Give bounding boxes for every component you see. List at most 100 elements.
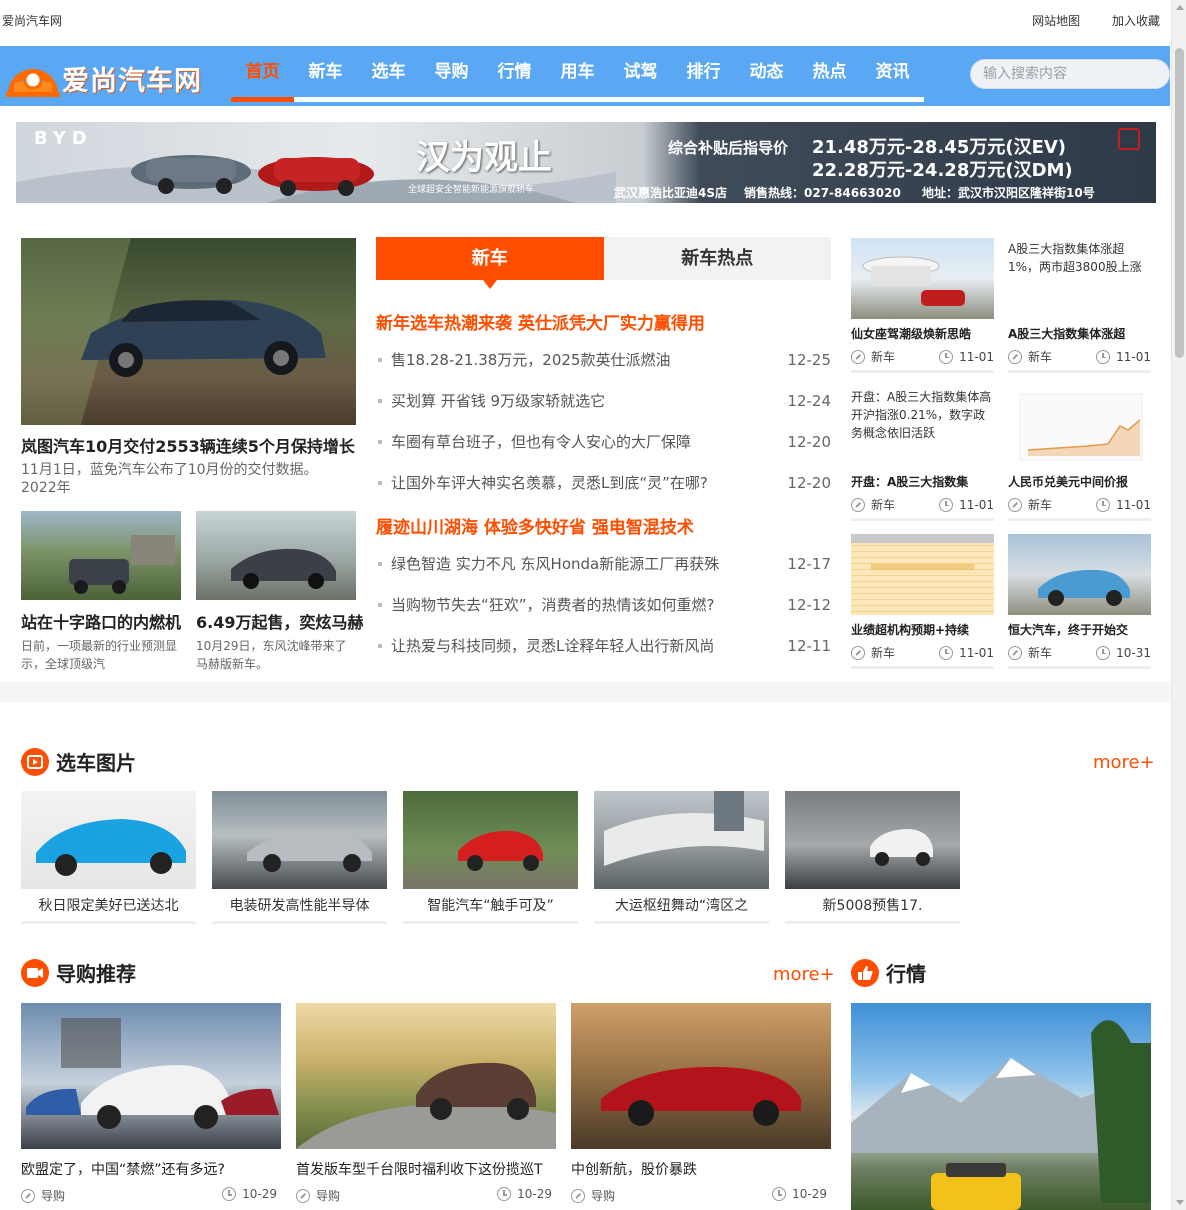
banner-slogan-sub: 全球超安全智能新能源旗舰轿车 xyxy=(408,185,535,195)
card-image xyxy=(21,791,196,889)
pick-card-4[interactable]: 大运枢纽舞动“湾区之 xyxy=(594,791,769,924)
nav-item-market[interactable]: 行情 xyxy=(483,46,546,97)
feature-main-desc: 11月1日，蓝免汽车公布了10月份的交付数据。2022年 xyxy=(21,462,318,496)
site-title: 爱尚汽车网 xyxy=(2,13,63,28)
clock-icon xyxy=(1096,497,1111,512)
clock-icon xyxy=(939,497,954,512)
list-item[interactable]: 当购物节失去“狂欢”，消费者的热情该如何重燃? 12-12 xyxy=(376,584,831,625)
list-item[interactable]: 售18.28-21.38万元，2025款英仕派燃油 12-25 xyxy=(376,339,831,380)
card-image-broken: 开盘：A股三大指数集体高开沪指涨0.21%，数字政务概念依旧活跃 xyxy=(851,390,992,440)
search-input[interactable]: 输入搜索内容 xyxy=(970,59,1170,89)
ad-banner[interactable]: BYD 汉为观止 全球超安全智能新能源旗舰轿车 综合补贴后指导价 21.48万元… xyxy=(16,122,1156,203)
top-bar: 爱尚汽车网 网站地图 加入收藏 xyxy=(0,0,1170,40)
pick-card-1[interactable]: 秋日限定美好已送达北 xyxy=(21,791,196,924)
pick-card-2[interactable]: 电装研发高性能半导体 xyxy=(212,791,387,924)
clock-icon xyxy=(939,349,954,364)
news-list-1: 售18.28-21.38万元，2025款英仕派燃油 12-25 买划算 开省钱 9… xyxy=(376,339,831,503)
banner-brand: BYD xyxy=(34,128,93,149)
feature-sub-desc-1: 日前，一项最新的行业预测显示，全球顶级汽 xyxy=(21,639,178,671)
card-image-broken: A股三大指数集体涨超1%，两市超3800股上涨 xyxy=(1008,242,1142,274)
card-image xyxy=(851,534,994,615)
card-image xyxy=(571,1003,831,1149)
clock-icon xyxy=(1096,645,1111,660)
nav-item-use-car[interactable]: 用车 xyxy=(546,46,609,97)
banner-price-label: 综合补贴后指导价 xyxy=(668,139,789,157)
nav-item-ranking[interactable]: 排行 xyxy=(672,46,735,97)
nav-menu: 首页 新车 选车 导购 行情 用车 试驾 排行 动态 热点 资讯 xyxy=(231,46,924,102)
pick-more-link[interactable]: more+ xyxy=(1093,752,1155,773)
guide-card-3[interactable]: 中创新航，股价暴跌 导购 10-29 xyxy=(571,1003,831,1204)
right-card-5[interactable]: 业绩超机构预期+持续 新车 11-01 xyxy=(851,534,994,669)
han-badge-icon xyxy=(1118,128,1140,150)
page-scrollbar[interactable] xyxy=(1171,0,1186,1210)
tag-icon xyxy=(851,498,865,512)
clock-icon xyxy=(772,1187,787,1201)
logo-text: 爱尚汽车网 xyxy=(62,65,202,97)
guide-section-heading: 导购推荐 xyxy=(21,958,136,987)
right-card-2[interactable]: A股三大指数集体涨超1%，两市超3800股上涨 A股三大指数集体涨超 新车 11-… xyxy=(1008,238,1151,373)
news-headline-2[interactable]: 履迹山川湖海 体验多快好省 强电智混技术 xyxy=(376,513,694,538)
guide-card-1[interactable]: 欧盟定了，中国“禁燃”还有多远? 导购 10-29 xyxy=(21,1003,281,1204)
right-card-6[interactable]: 恒大汽车，终于开始交 新车 10-31 xyxy=(1008,534,1151,669)
banner-hotline: 销售热线：027-84663020 xyxy=(744,186,901,200)
card-image xyxy=(851,238,994,319)
tag-icon xyxy=(21,1189,35,1203)
right-card-1[interactable]: 仙女座驾潮级焕新思皓 新车 11-01 xyxy=(851,238,994,373)
feature-main-image[interactable] xyxy=(21,238,356,425)
nav-item-hot[interactable]: 热点 xyxy=(798,46,861,97)
sitemap-link[interactable]: 网站地图 xyxy=(1032,14,1080,28)
pick-card-3[interactable]: 智能汽车“触手可及” xyxy=(403,791,578,924)
guide-more-link[interactable]: more+ xyxy=(773,964,835,985)
card-image xyxy=(212,791,387,889)
feature-main-title[interactable]: 岚图汽车10月交付2553辆连续5个月保持增长 xyxy=(21,433,361,457)
list-item[interactable]: 车圈有草台班子，但也有令人安心的大厂保障 12-20 xyxy=(376,421,831,462)
pick-card-5[interactable]: 新5008预售17. xyxy=(785,791,960,924)
tag-icon xyxy=(296,1189,310,1203)
scroll-up-icon[interactable] xyxy=(1176,5,1184,10)
right-card-3[interactable]: 开盘：A股三大指数集体高开沪指涨0.21%，数字政务概念依旧活跃 开盘：A股三大… xyxy=(851,386,994,521)
nav-item-test-drive[interactable]: 试驾 xyxy=(609,46,672,97)
guide-card-2[interactable]: 首发版车型千台限时福利收下这份揽巡T 导购 10-29 xyxy=(296,1003,556,1204)
site-logo[interactable]: 爱尚汽车网 xyxy=(4,56,218,100)
clock-icon xyxy=(497,1187,512,1201)
nav-item-home[interactable]: 首页 xyxy=(231,46,294,102)
tab-new-car-hot[interactable]: 新车热点 xyxy=(604,237,832,280)
right-card-4[interactable]: 人民币兑美元中间价报 新车 11-01 xyxy=(1008,386,1151,521)
nav-item-guide[interactable]: 导购 xyxy=(420,46,483,97)
feature-sub-desc-2: 10月29日，东风沈峰带来了马赫版新车。 xyxy=(196,639,347,671)
tag-icon xyxy=(851,646,865,660)
top-links: 网站地图 加入收藏 xyxy=(1004,12,1160,29)
market-section-heading: 行情 xyxy=(851,958,926,987)
scrollbar-thumb[interactable] xyxy=(1175,48,1184,358)
add-favorite-link[interactable]: 加入收藏 xyxy=(1112,14,1160,28)
feature-sub-title-2[interactable]: 6.49万起售，奕炫马赫 xyxy=(196,609,363,633)
card-image xyxy=(785,791,960,889)
scroll-down-icon[interactable] xyxy=(1176,1200,1184,1205)
nav-item-new-car[interactable]: 新车 xyxy=(294,46,357,97)
news-list-2: 绿色智造 实力不凡 东风Honda新能源工厂再获殊 12-17 当购物节失去“狂欢… xyxy=(376,543,831,666)
market-feature-image[interactable] xyxy=(851,1003,1151,1210)
nav-item-choose-car[interactable]: 选车 xyxy=(357,46,420,97)
main-nav-bar: 爱尚汽车网 首页 新车 选车 导购 行情 用车 试驾 排行 动态 热点 资讯 输… xyxy=(0,46,1170,106)
list-item[interactable]: 让国外车评大神实名羡慕，灵悉L到底“灵”在哪? 12-20 xyxy=(376,462,831,503)
tag-icon xyxy=(1008,350,1022,364)
nav-item-info[interactable]: 资讯 xyxy=(861,46,924,97)
tag-icon xyxy=(571,1189,585,1203)
tab-new-car[interactable]: 新车 xyxy=(376,237,604,289)
banner-dealer: 武汉惠浩比亚迪4S店 xyxy=(614,186,727,200)
video-camera-icon xyxy=(21,958,49,987)
list-item[interactable]: 买划算 开省钱 9万级家轿就选它 12-24 xyxy=(376,380,831,421)
feature-sub-image-1[interactable] xyxy=(21,511,181,600)
card-image xyxy=(594,791,769,889)
feature-sub-title-1[interactable]: 站在十字路口的内燃机 xyxy=(21,609,186,633)
feature-sub-image-2[interactable] xyxy=(196,511,356,600)
tag-icon xyxy=(1008,498,1022,512)
tag-icon xyxy=(1008,646,1022,660)
list-item[interactable]: 绿色智造 实力不凡 东风Honda新能源工厂再获殊 12-17 xyxy=(376,543,831,584)
news-headline-1[interactable]: 新年选车热潮来袭 英仕派凭大厂实力赢得用 xyxy=(376,309,705,334)
list-item[interactable]: 让热爱与科技同频，灵悉L诠释年轻人出行新风尚 12-11 xyxy=(376,625,831,666)
clock-icon xyxy=(939,645,954,660)
clock-icon xyxy=(222,1187,237,1201)
card-image xyxy=(21,1003,281,1149)
nav-item-news-feed[interactable]: 动态 xyxy=(735,46,798,97)
